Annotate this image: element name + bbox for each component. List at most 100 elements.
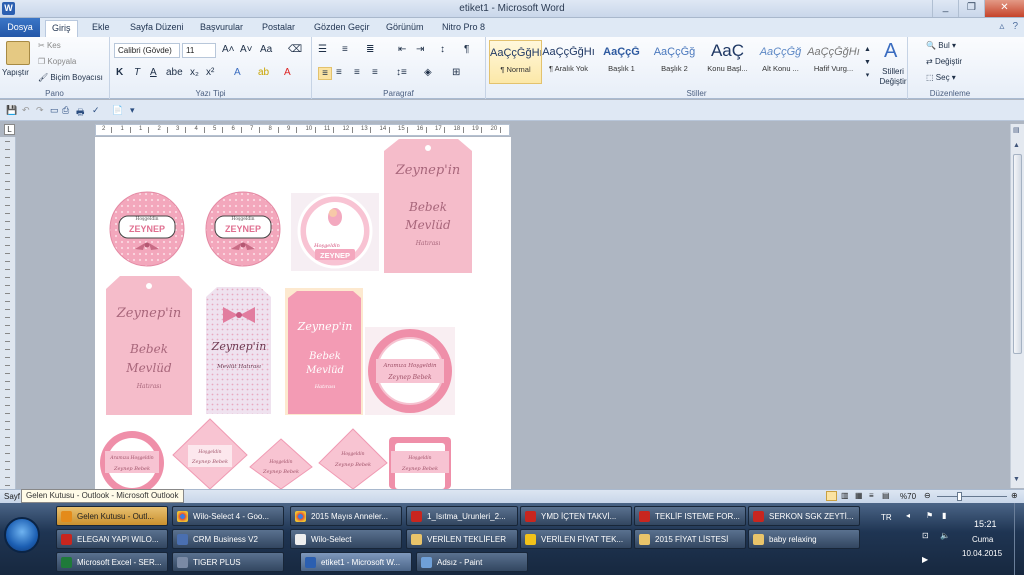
sort-icon[interactable]: ↕ [440,44,445,55]
tab-home[interactable]: Giriş [45,20,78,37]
taskbar-chrome-2[interactable]: 2015 Mayıs Anneler... [290,506,402,526]
shading-icon[interactable]: ◈ [424,67,432,78]
taskbar-excel[interactable]: Microsoft Excel - SER... [56,552,168,572]
tray-app-icon[interactable]: ▶ [922,555,928,564]
show-hidden-icons-icon[interactable]: ◂ [906,511,910,520]
grow-font-icon[interactable]: A˄ [222,44,235,55]
save-icon[interactable]: 💾 [6,105,17,116]
square-label-1[interactable]: Hoşgeldin Zeynep Bebek [389,437,451,489]
decrease-indent-icon[interactable]: ⇤ [398,44,406,55]
page-count-text[interactable]: Sayf [4,492,20,501]
style-normal[interactable]: AaÇçĞğHı ¶ Normal [489,40,542,84]
clock-date[interactable]: 10.04.2015 [962,549,1002,558]
tab-view[interactable]: Görünüm [380,20,430,37]
round-label-1[interactable]: Hoşgeldin ZEYNEP [109,191,185,267]
diamond-label-3[interactable]: Hoşgeldin Zeynep Bebek [318,428,388,489]
undo-icon[interactable]: ↶ [22,105,30,116]
style-heading-1[interactable]: AaÇçĞ Başlık 1 [595,40,648,84]
volume-icon[interactable]: 🔈 [940,531,950,540]
taskbar-chrome-1[interactable]: Wilo-Select 4 - Goo... [172,506,284,526]
style-heading-2[interactable]: AaÇçĞğ Başlık 2 [648,40,701,84]
line-spacing-icon[interactable]: ↕≡ [396,67,407,78]
taskbar-pdf-2[interactable]: YMD İÇTEN TAKVİ... [520,506,632,526]
style-subtitle[interactable]: AaÇçĞğ Alt Konu ... [754,40,807,84]
strikethrough-icon[interactable]: abe [166,67,183,78]
print-preview-icon[interactable]: ⎙ [62,105,69,116]
cut-button[interactable]: ✂ Kes [38,41,61,50]
outline-icon[interactable]: ≡ [869,491,874,500]
tab-insert[interactable]: Ekle [86,20,116,37]
round-label-5[interactable]: Aramıza Hoşgeldin Zeynep Bebek [100,431,164,489]
show-marks-icon[interactable]: ¶ [464,44,469,55]
increase-indent-icon[interactable]: ⇥ [416,44,424,55]
taskbar-paint[interactable]: Adsız - Paint [416,552,528,572]
ruler-toggle-icon[interactable]: ▤ [1013,126,1020,134]
bullets-icon[interactable]: ☰ [318,44,327,55]
new-document-icon[interactable]: ▭ [50,105,59,116]
round-label-3[interactable]: Hoşgeldin ZEYNEP [291,193,379,271]
language-indicator[interactable]: TR [881,513,892,522]
taskbar-crm[interactable]: CRM Business V2 [172,529,284,549]
change-styles-button[interactable]: Stilleri Değiştir [878,67,908,87]
font-size-select[interactable]: 11 [182,43,216,58]
font-name-select[interactable]: Calibri (Gövde) [114,43,180,58]
clock-day[interactable]: Cuma [972,535,993,544]
scroll-thumb[interactable] [1013,154,1022,354]
close-button[interactable]: ✕ [984,0,1024,17]
italic-icon[interactable]: T [134,67,140,78]
minimize-button[interactable]: _ [932,0,958,17]
taskbar-folder-1[interactable]: VERİLEN TEKLİFLER [406,529,518,549]
font-color-icon[interactable]: A [284,67,291,78]
scroll-up-icon[interactable]: ▲ [1013,142,1020,149]
diamond-label-2[interactable]: Hoşgeldin Zeynep Bebek [249,438,313,489]
flag-icon[interactable]: ⚑ [926,511,933,520]
clock-time[interactable]: 15:21 [974,519,997,529]
borders-icon[interactable]: ⊞ [452,67,460,78]
align-left-icon[interactable]: ≡ [318,67,332,80]
justify-icon[interactable]: ≡ [372,67,378,78]
multilevel-list-icon[interactable]: ≣ [366,44,374,55]
clear-format-icon[interactable]: ⌫ [288,44,302,55]
full-screen-reading-icon[interactable]: ▥ [841,491,849,500]
web-layout-icon[interactable]: ▦ [855,491,863,500]
round-label-4[interactable]: Aramıza Hoşgeldin Zeynep Bebek [365,327,455,415]
document-page[interactable]: Hoşgeldin ZEYNEP Hoşgeldin ZEYNEP Hoşgel… [95,137,511,489]
bold-icon[interactable]: K [116,67,123,78]
taskbar-outlook[interactable]: Gelen Kutusu - Outl... [56,506,168,526]
taskbar-folder-2[interactable]: 2015 FİYAT LİSTESİ [634,529,746,549]
taskbar-word[interactable]: etiket1 - Microsoft W... [300,552,412,572]
draft-icon[interactable]: ▤ [882,491,890,500]
superscript-icon[interactable]: x² [206,67,214,78]
zoom-out-icon[interactable]: ⊖ [924,491,931,500]
taskbar-warning[interactable]: VERİLEN FİYAT TEK... [520,529,632,549]
change-case-icon[interactable]: Aa [260,44,272,55]
tag-label-4[interactable]: Zeynep'in Bebek Mevlüd Hatırası [285,288,363,415]
text-effects-icon[interactable]: A [234,67,241,78]
paste-icon[interactable] [6,41,30,65]
horizontal-ruler[interactable]: 2 1 1 2 3 4 5 6 7 8 9 10 11 12 13 14 15 16 17 18 19 20 [95,124,510,136]
paste-button[interactable]: Yapıştır [2,68,29,77]
start-button[interactable] [4,517,40,553]
vertical-scrollbar[interactable]: ▤ ▲ ▼ [1010,124,1024,488]
highlight-icon[interactable]: ab [258,67,269,78]
show-desktop-button[interactable] [1014,503,1024,575]
scroll-down-icon[interactable]: ▼ [1013,476,1020,483]
format-painter-button[interactable]: 🖌 Biçim Boyacısı [38,73,103,82]
spelling-icon[interactable]: ✓ [92,105,100,116]
diamond-label-1[interactable]: Hoşgeldin Zeynep Bebek [172,418,248,489]
taskbar-pdf-5[interactable]: ELEGAN YAPI WILO... [56,529,168,549]
tag-label-2[interactable]: Zeynep'in Bebek Mevlüd Hatırası [106,276,192,415]
tab-review[interactable]: Gözden Geçir [308,20,376,37]
find-button[interactable]: 🔍 Bul ▾ [926,41,956,50]
tab-selector[interactable]: L [4,124,15,135]
print-layout-icon[interactable] [826,491,837,501]
style-subtle-emphasis[interactable]: AaÇçĞğHı Hafif Vurg... [807,40,860,84]
align-center-icon[interactable]: ≡ [336,67,342,78]
zoom-slider[interactable] [937,496,1007,497]
open-icon[interactable]: 📄 [112,105,123,116]
tab-file[interactable]: Dosya [0,18,40,37]
help-icon[interactable]: ? [1012,21,1018,32]
shrink-font-icon[interactable]: A˅ [240,44,253,55]
taskbar-pdf-3[interactable]: TEKLİF ISTEME FOR... [634,506,746,526]
network-icon[interactable]: ⊡ [922,531,929,540]
